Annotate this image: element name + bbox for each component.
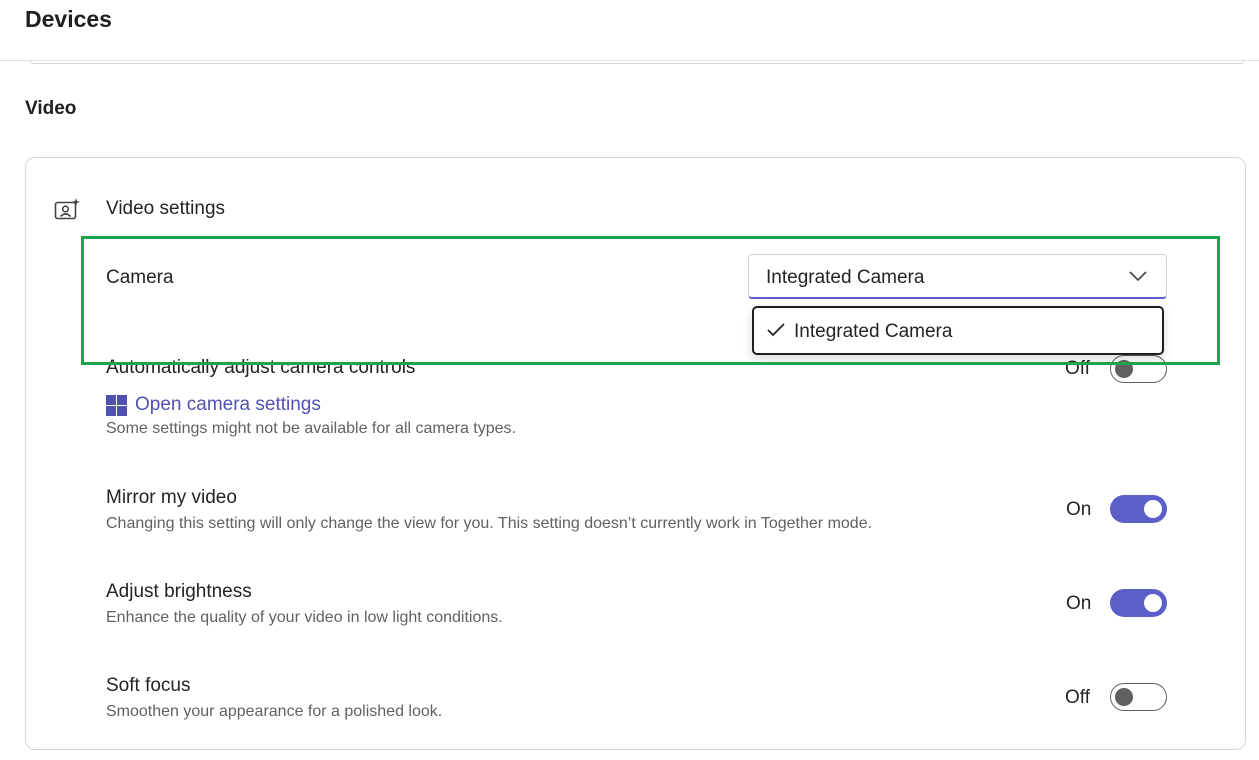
toggle-knob <box>1144 594 1162 612</box>
camera-sparkle-icon <box>54 198 80 220</box>
camera-dropdown-menu: Integrated Camera <box>752 306 1164 355</box>
adjust-brightness-label: Adjust brightness <box>106 581 252 602</box>
windows-icon <box>106 394 127 416</box>
adjust-brightness-description: Enhance the quality of your video in low… <box>106 609 503 626</box>
auto-adjust-toggle[interactable] <box>1110 355 1167 383</box>
page-title: Devices <box>25 6 112 32</box>
soft-focus-toggle[interactable] <box>1110 683 1167 711</box>
chevron-down-icon <box>1129 271 1147 282</box>
soft-focus-label: Soft focus <box>106 675 191 696</box>
section-title-video: Video <box>25 98 77 119</box>
video-settings-card <box>25 157 1246 750</box>
checkmark-icon <box>767 323 785 337</box>
adjust-brightness-toggle[interactable] <box>1110 589 1167 617</box>
camera-selected-value: Integrated Camera <box>766 267 925 288</box>
toggle-knob <box>1144 500 1162 518</box>
mirror-video-label: Mirror my video <box>106 487 237 508</box>
camera-label: Camera <box>106 267 174 288</box>
toggle-knob <box>1115 688 1133 706</box>
soft-focus-description: Smoothen your appearance for a polished … <box>106 703 443 720</box>
mirror-video-state: On <box>1066 499 1092 520</box>
camera-dropdown[interactable]: Integrated Camera <box>748 254 1167 299</box>
camera-option-integrated[interactable]: Integrated Camera <box>754 308 1162 353</box>
camera-option-label: Integrated Camera <box>794 321 953 342</box>
open-camera-settings-text: Open camera settings <box>135 394 321 415</box>
devices-settings-page: Devices Video Video settings Camera Inte… <box>0 0 1259 760</box>
soft-focus-state: Off <box>1065 687 1090 708</box>
toggle-knob <box>1115 360 1133 378</box>
mirror-video-toggle[interactable] <box>1110 495 1167 523</box>
auto-adjust-state: Off <box>1065 358 1090 379</box>
auto-adjust-description: Some settings might not be available for… <box>106 420 516 437</box>
open-camera-settings-link[interactable]: Open camera settings <box>106 393 321 417</box>
mirror-video-description: Changing this setting will only change t… <box>106 515 873 532</box>
auto-adjust-label: Automatically adjust camera controls <box>106 357 416 378</box>
adjust-brightness-state: On <box>1066 593 1092 614</box>
card-heading: Video settings <box>106 198 226 219</box>
previous-card-edge <box>30 61 1244 64</box>
